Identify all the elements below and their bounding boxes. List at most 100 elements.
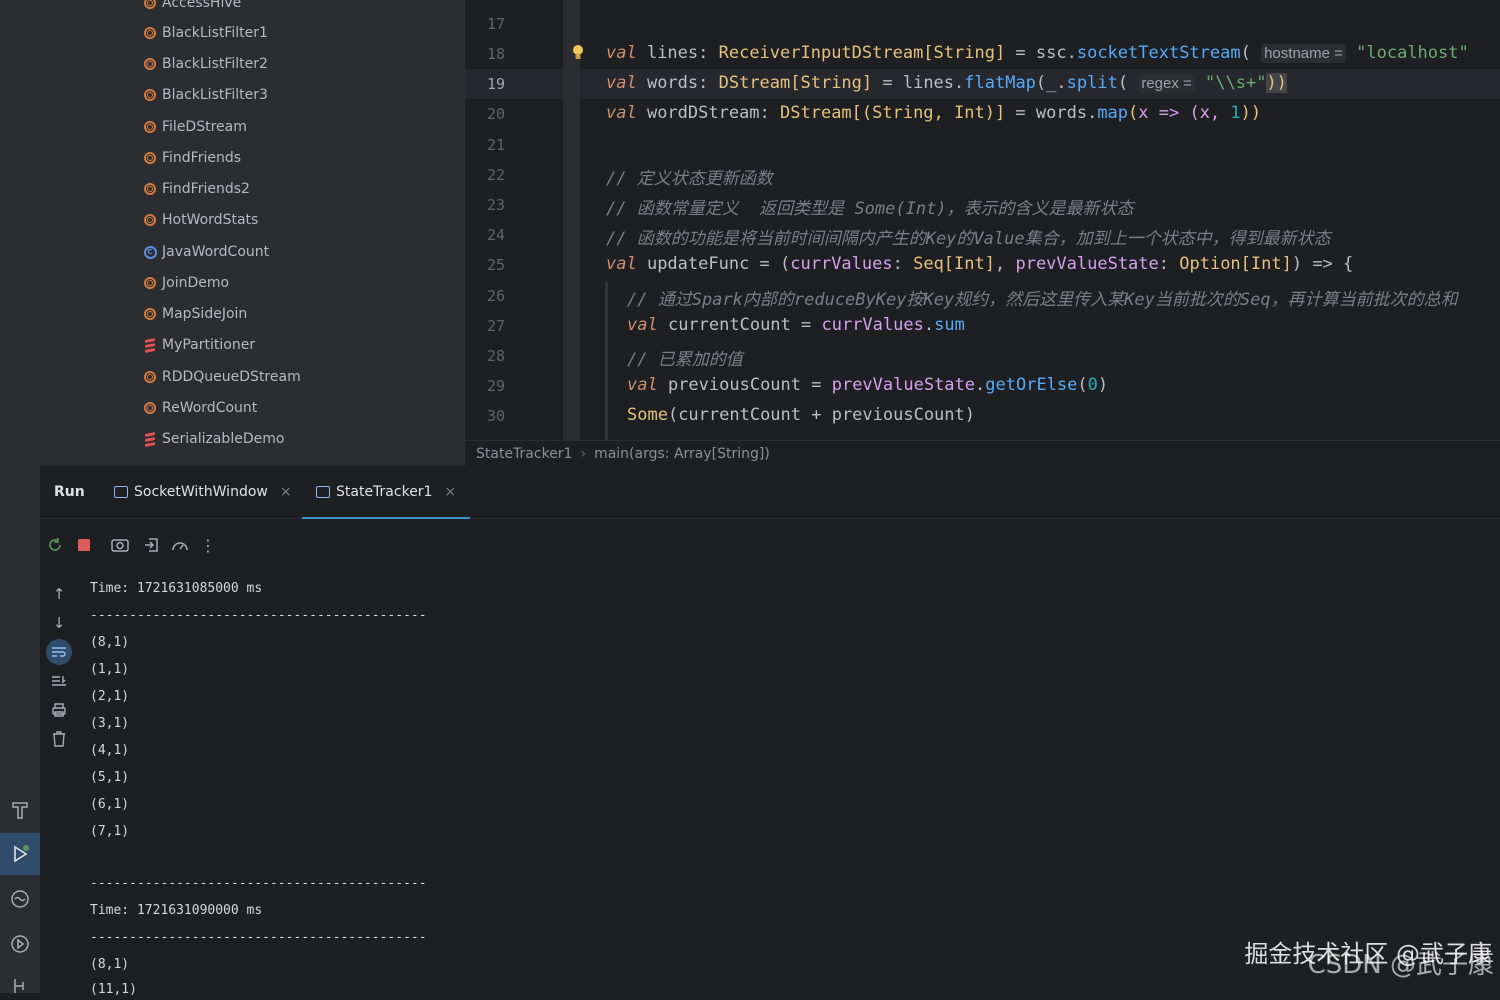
tree-item[interactable]: BlackListFilter1 [142, 23, 268, 43]
code-line-23: // 函数常量定义 返回类型是 Some(Int)，表示的含义是最新状态 [606, 199, 1134, 219]
code-line-28: // 已累加的值 [627, 350, 743, 370]
code-line-25: val updateFunc = (currValues: Seq[Int], … [606, 254, 1354, 274]
console-line: ----------------------------------------… [90, 930, 427, 945]
tree-item[interactable]: BlackListFilter2 [142, 54, 268, 74]
run-config-icon [114, 486, 128, 498]
run-config-icon [316, 486, 330, 498]
tree-item[interactable]: FindFriends [142, 148, 241, 168]
line-number: 20 [486, 105, 505, 123]
code-line-18: val lines: ReceiverInputDStream[String] … [606, 43, 1469, 63]
scroll-up-icon[interactable]: ↑ [46, 581, 72, 607]
breadcrumb: StateTracker1 › main(args: Array[String]… [465, 440, 1500, 467]
exit-icon[interactable] [138, 530, 164, 560]
tree-item[interactable]: SerializableDemo [142, 429, 284, 449]
tree-item[interactable]: BlackListFilter3 [142, 85, 268, 105]
tree-item[interactable]: FindFriends2 [142, 179, 250, 199]
tree-item[interactable]: FileDStream [142, 117, 247, 137]
tab-state-tracker[interactable]: StateTracker1 × [302, 466, 471, 519]
class-icon: C [142, 244, 158, 260]
tool-window-strip [0, 0, 40, 993]
debug-services-icon[interactable] [6, 930, 34, 958]
console-line: (6,1) [90, 797, 130, 812]
console-line: (8,1) [90, 957, 130, 972]
line-number: 29 [486, 377, 505, 395]
line-number: 25 [486, 256, 505, 274]
watermark-juejin: 掘金技术社区 @武子康 [1244, 940, 1492, 968]
console-line: (5,1) [90, 770, 130, 785]
console-line: (2,1) [90, 689, 130, 704]
console-line: Time: 1721631090000 ms [90, 903, 263, 918]
stop-icon[interactable] [71, 530, 97, 560]
console-line: (1,1) [90, 662, 130, 677]
line-number: 19 [486, 75, 505, 93]
scala-file-icon [142, 431, 158, 447]
line-number: 28 [486, 347, 505, 365]
print-icon[interactable] [46, 697, 72, 723]
code-line-26: // 通过Spark内部的reduceByKey按Key规约，然后这里传入某Ke… [627, 290, 1458, 310]
object-icon [142, 87, 158, 103]
parameter-hint: regex = [1138, 74, 1195, 93]
git-icon[interactable] [6, 972, 34, 1000]
line-number: 27 [486, 317, 505, 335]
object-icon [142, 181, 158, 197]
tab-socket-with-window[interactable]: SocketWithWindow × [114, 466, 292, 518]
line-number: 24 [486, 226, 505, 244]
code-line-29: val previousCount = prevValueState.getOr… [627, 375, 1109, 395]
trash-icon[interactable] [46, 726, 72, 752]
code-editor[interactable]: 17 18 19 20 21 22 23 24 25 26 27 28 29 3… [465, 0, 1500, 440]
code-line-20: val wordDStream: DStream[(String, Int)] … [606, 103, 1262, 123]
console-line: (11,1) [90, 982, 137, 997]
tree-item[interactable]: MapSideJoin [142, 304, 247, 324]
object-icon [142, 25, 158, 41]
object-icon [142, 150, 158, 166]
close-icon[interactable]: × [444, 484, 456, 500]
object-icon [142, 56, 158, 72]
breadcrumb-separator-icon: › [580, 446, 587, 462]
code-line-19: val words: DStream[String] = lines.flatM… [606, 73, 1287, 93]
tree-item[interactable]: AccessHive [142, 0, 241, 13]
tree-item[interactable]: HotWordStats [142, 210, 258, 230]
run-panel-header: Run SocketWithWindow × StateTracker1 × [40, 466, 1500, 519]
more-options-icon[interactable]: ⋮ [195, 530, 221, 560]
services-icon[interactable] [6, 885, 34, 913]
console-line: (8,1) [90, 635, 130, 650]
console-line: Time: 1721631085000 ms [90, 581, 263, 596]
tree-item[interactable]: JoinDemo [142, 273, 229, 293]
run-panel-title: Run [54, 484, 85, 500]
tree-item[interactable]: RDDQueueDStream [142, 367, 301, 387]
project-tree: AccessHive BlackListFilter1 BlackListFil… [40, 0, 465, 466]
console-line: ----------------------------------------… [90, 608, 427, 623]
console-line: (3,1) [90, 716, 130, 731]
build-hammer-icon[interactable] [6, 796, 34, 824]
parameter-hint: hostname = [1261, 44, 1346, 63]
tree-item[interactable]: C JavaWordCount [142, 242, 269, 262]
object-icon [142, 275, 158, 291]
line-number: 17 [486, 15, 505, 33]
console-line: (7,1) [90, 824, 130, 839]
console-line: ----------------------------------------… [90, 876, 427, 891]
scroll-to-end-icon[interactable] [46, 668, 72, 694]
soft-wrap-icon[interactable] [46, 639, 72, 665]
scroll-down-icon[interactable]: ↓ [46, 610, 72, 636]
breadcrumb-method[interactable]: main(args: Array[String]) [594, 446, 770, 462]
profiler-icon[interactable] [167, 530, 193, 560]
breadcrumb-file[interactable]: StateTracker1 [476, 446, 572, 462]
tree-item[interactable]: MyPartitioner [142, 335, 255, 355]
console-output[interactable]: Time: 1721631085000 ms -----------------… [90, 578, 790, 998]
object-icon [142, 212, 158, 228]
object-icon [142, 400, 158, 416]
run-tool-icon[interactable] [0, 833, 40, 875]
lightbulb-icon[interactable] [572, 44, 584, 62]
fold-gutter [563, 0, 580, 440]
close-icon[interactable]: × [280, 484, 292, 500]
line-number: 26 [486, 287, 505, 305]
code-line-24: // 函数的功能是将当前时间间隔内产生的Key的Value集合，加到上一个状态中… [606, 229, 1331, 249]
tree-item[interactable]: ReWordCount [142, 398, 257, 418]
camera-icon[interactable] [107, 530, 133, 560]
object-icon [142, 306, 158, 322]
code-line-22: // 定义状态更新函数 [606, 169, 773, 189]
line-number: 21 [486, 136, 505, 154]
rerun-icon[interactable] [42, 530, 68, 560]
run-toolbar: ⋮ [40, 530, 340, 560]
line-number: 18 [486, 45, 505, 63]
